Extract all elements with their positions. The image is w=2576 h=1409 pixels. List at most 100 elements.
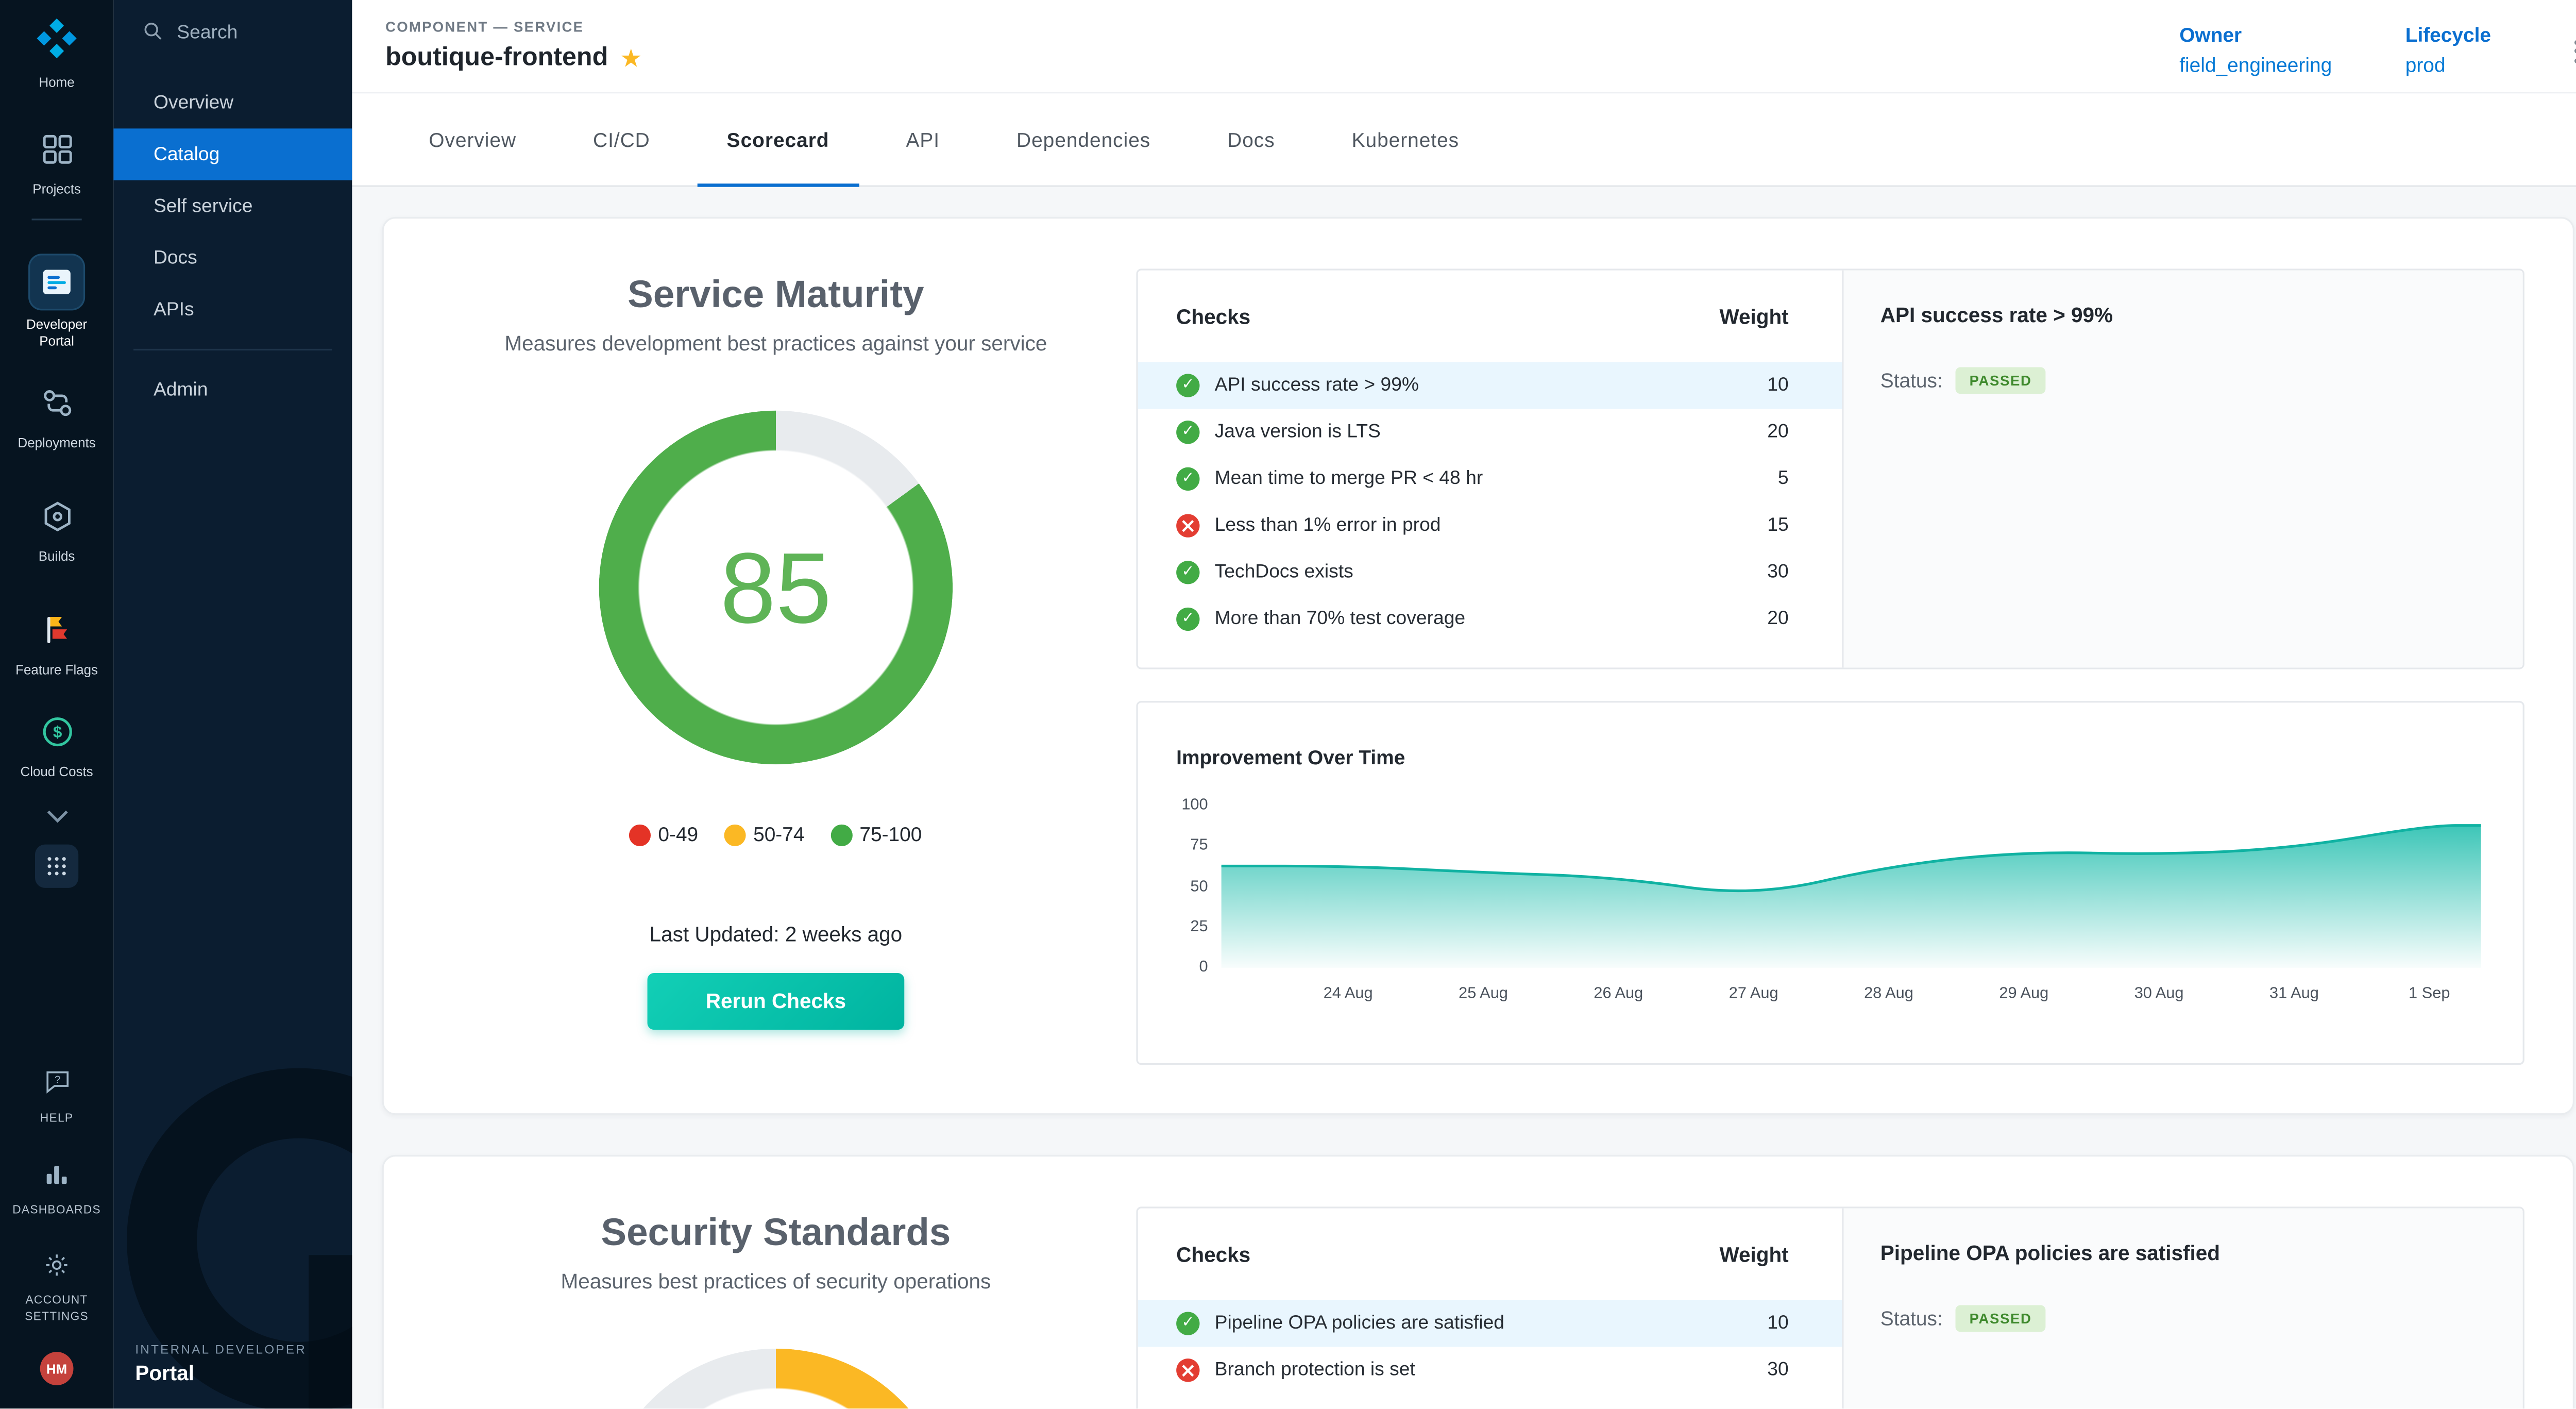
- scorecard-subtitle: Measures best practices of security oper…: [561, 1270, 991, 1293]
- check-row[interactable]: More than 70% test coverage20: [1138, 596, 1842, 643]
- rerun-checks-button[interactable]: Rerun Checks: [648, 973, 905, 1030]
- harness-idp-app: Home Projects Developer Portal Deploymen…: [0, 0, 2576, 1408]
- sidebar-item-admin[interactable]: Admin: [113, 364, 352, 415]
- lifecycle-value[interactable]: prod: [2405, 53, 2491, 76]
- dashboards-icon: [43, 1161, 70, 1196]
- entity-header-right: Owner field_engineering Lifecycle prod: [2179, 16, 2576, 76]
- legend-item-mid: 50-74: [725, 823, 804, 846]
- tab-overview[interactable]: Overview: [399, 93, 546, 185]
- rail-item-dashboards[interactable]: DASHBOARDS: [3, 1161, 110, 1219]
- rail-item-label: ACCOUNT SETTINGS: [13, 1294, 100, 1325]
- chart-title: Improvement Over Time: [1176, 746, 1405, 769]
- chart-x-axis: 24 Aug 25 Aug 26 Aug 27 Aug 28 Aug 29 Au…: [1222, 985, 2481, 1008]
- check-row[interactable]: Java version is LTS20: [1138, 409, 1842, 456]
- tab-cicd[interactable]: CI/CD: [563, 93, 680, 185]
- checks-header-label: Checks: [1176, 305, 1250, 328]
- owner-label: Owner: [2179, 23, 2332, 46]
- checks-header-label: Checks: [1176, 1243, 1250, 1266]
- rail-item-account-settings[interactable]: ACCOUNT SETTINGS: [3, 1252, 110, 1325]
- checks-table: Checks Weight Pipeline OPA policies are …: [1138, 1209, 1842, 1409]
- check-row[interactable]: API success rate > 99%10: [1138, 362, 1842, 409]
- scorecard-title: Service Maturity: [628, 272, 924, 317]
- checks-table-header: Checks Weight: [1138, 271, 1842, 362]
- check-detail-panel: Pipeline OPA policies are satisfied Stat…: [1842, 1209, 2522, 1409]
- sidebar-item-apis[interactable]: APIs: [113, 284, 352, 336]
- score-value: 85: [599, 411, 953, 765]
- harness-logo-icon: [35, 16, 78, 68]
- checks-panel: Checks Weight Pipeline OPA policies are …: [1136, 1206, 2524, 1408]
- tab-scorecard[interactable]: Scorecard: [697, 93, 859, 185]
- rail-item-builds[interactable]: Builds: [3, 499, 110, 565]
- builds-icon: [39, 499, 74, 542]
- check-fail-icon: [1176, 514, 1199, 537]
- check-detail-title: Pipeline OPA policies are satisfied: [1880, 1242, 2486, 1265]
- rail-chevron-down-icon[interactable]: [46, 801, 67, 831]
- legend-dot-red: [630, 824, 651, 845]
- sidebar-item-overview[interactable]: Overview: [113, 77, 352, 128]
- maturity-summary: Service Maturity Measures development be…: [384, 219, 1168, 1030]
- check-fail-icon: [1176, 1358, 1199, 1382]
- maturity-gauge-wrap: 85: [599, 411, 953, 765]
- check-detail-panel: API success rate > 99% Status: PASSED: [1842, 271, 2522, 668]
- tab-kubernetes[interactable]: Kubernetes: [1321, 93, 1489, 185]
- sidebar-footer-title: Portal: [135, 1362, 307, 1385]
- entity-kicker: COMPONENT — SERVICE: [385, 19, 642, 35]
- user-avatar[interactable]: HM: [40, 1352, 74, 1385]
- owner-link[interactable]: field_engineering: [2179, 53, 2332, 76]
- module-rail: Home Projects Developer Portal Deploymen…: [0, 0, 113, 1408]
- last-updated: Last Updated: 2 weeks ago: [650, 923, 903, 946]
- status-badge: PASSED: [1956, 367, 2045, 394]
- check-detail-title: API success rate > 99%: [1880, 304, 2486, 327]
- rail-item-cloud-costs[interactable]: $ Cloud Costs: [3, 715, 110, 781]
- sidebar-footer-kicker: INTERNAL DEVELOPER: [135, 1342, 307, 1357]
- lifecycle-label: Lifecycle: [2405, 23, 2491, 46]
- rail-item-label: Builds: [39, 549, 75, 565]
- check-row[interactable]: Less than 1% error in prod15: [1138, 502, 1842, 549]
- score-legend: 0-49 50-74 75-100: [630, 823, 922, 846]
- sidebar-item-catalog[interactable]: Catalog: [113, 128, 352, 180]
- check-row[interactable]: Pipeline OPA policies are satisfied10: [1138, 1300, 1842, 1347]
- lifecycle-meta: Lifecycle prod: [2405, 23, 2491, 76]
- rail-item-label: Feature Flags: [13, 662, 100, 678]
- favorite-star-icon[interactable]: ★: [620, 46, 642, 71]
- scorecard-card-service-maturity: Service Maturity Measures development be…: [382, 217, 2574, 1115]
- tab-docs[interactable]: Docs: [1197, 93, 1305, 185]
- checks-table: Checks Weight API success rate > 99%10 J…: [1138, 271, 1842, 668]
- status-badge: PASSED: [1956, 1305, 2045, 1332]
- check-row[interactable]: Branch protection is set30: [1138, 1347, 1842, 1394]
- security-summary: Security Standards Measures best practic…: [384, 1156, 1168, 1408]
- check-pass-icon: [1176, 561, 1199, 584]
- module-grid-icon[interactable]: [35, 844, 78, 887]
- rail-item-label: Projects: [32, 181, 81, 197]
- tab-dependencies[interactable]: Dependencies: [987, 93, 1181, 185]
- page-title: boutique-frontend: [385, 43, 608, 73]
- entity-header-left: COMPONENT — SERVICE boutique-frontend ★: [385, 19, 642, 74]
- rail-item-projects[interactable]: Projects: [3, 131, 110, 197]
- rail-item-help[interactable]: ? HELP: [3, 1068, 110, 1128]
- rail-item-label: Developer Portal: [13, 317, 100, 349]
- status-label: Status:: [1880, 1307, 1943, 1330]
- improvement-chart: Improvement Over Time 100 75 50 25 0: [1136, 701, 2524, 1065]
- scorecard-subtitle: Measures development best practices agai…: [504, 332, 1047, 355]
- sidebar-item-docs[interactable]: Docs: [113, 232, 352, 283]
- svg-text:?: ?: [54, 1074, 59, 1086]
- scorecard-title: Security Standards: [601, 1210, 951, 1255]
- rail-item-label: Deployments: [18, 436, 96, 452]
- rail-item-home[interactable]: Home: [3, 16, 110, 91]
- check-pass-icon: [1176, 467, 1199, 491]
- tab-api[interactable]: API: [876, 93, 970, 185]
- check-status-row: Status: PASSED: [1880, 367, 2486, 394]
- area-chart-svg: [1222, 806, 2481, 968]
- kebab-menu-icon[interactable]: [2565, 32, 2576, 69]
- rail-divider: [32, 219, 82, 221]
- rail-item-deployments[interactable]: Deployments: [3, 386, 110, 452]
- legend-item-high: 75-100: [831, 823, 922, 846]
- legend-item-low: 0-49: [630, 823, 698, 846]
- help-icon: ?: [43, 1068, 71, 1105]
- rail-item-developer-portal[interactable]: Developer Portal: [3, 254, 110, 349]
- check-row[interactable]: Mean time to merge PR < 48 hr5: [1138, 456, 1842, 502]
- sidebar-item-self-service[interactable]: Self service: [113, 180, 352, 232]
- rail-item-feature-flags[interactable]: Feature Flags: [3, 612, 110, 678]
- check-row[interactable]: TechDocs exists30: [1138, 549, 1842, 596]
- sidebar-search[interactable]: Search: [113, 0, 352, 67]
